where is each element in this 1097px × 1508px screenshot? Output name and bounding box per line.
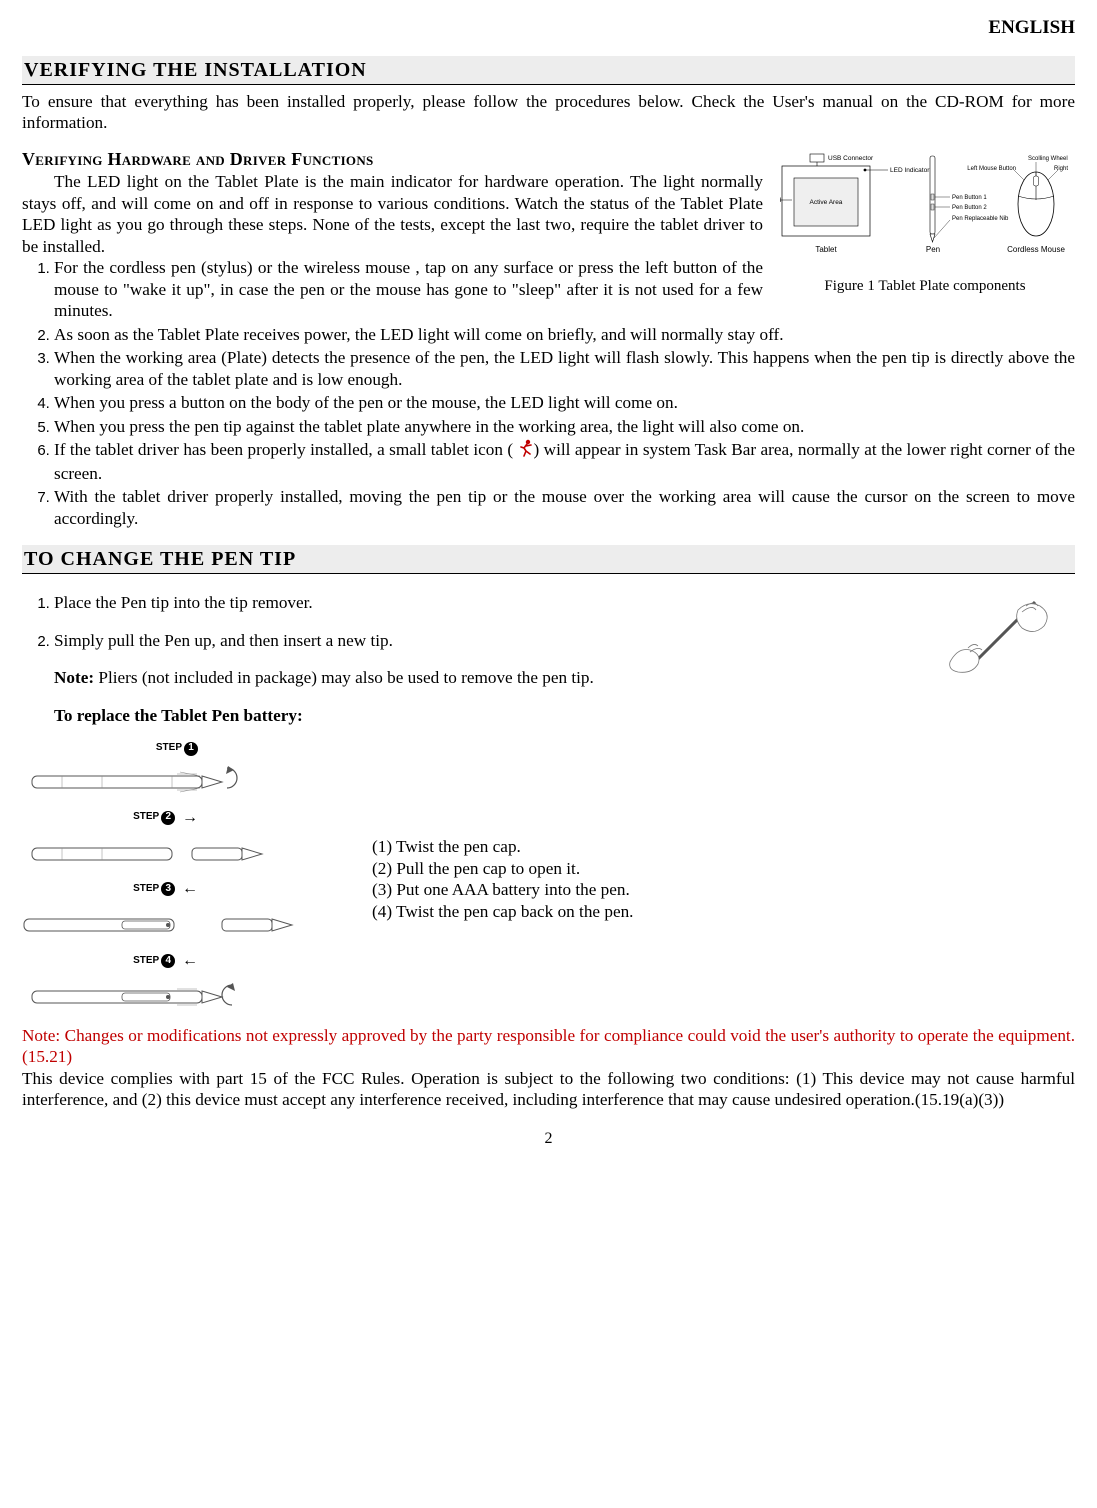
language-header: ENGLISH [22,16,1075,40]
pentip-step-1: Place the Pen tip into the tip remover. [54,592,917,614]
pentip-hands-illustration [940,592,1060,682]
diagram-penbtn1-label: Pen Button 1 [952,195,987,201]
verify-step-7: With the tablet driver properly installe… [54,486,1075,529]
fcc-note-red: Note: Changes or modifications not expre… [22,1025,1075,1068]
verify-step-4: When you press a button on the body of t… [54,392,1075,414]
diagram-led-label: LED Indicator [890,167,930,174]
verify-step-6: If the tablet driver has been properly i… [54,439,1075,484]
battery-steps-illustration: STEP1 STEP2 → STEP3 ← [22,734,322,1024]
battery-step-1: (1) Twist the pen cap. [372,836,633,858]
tablet-components-diagram: Active Area USB Connector LED Indicator … [780,148,1070,270]
diagram-pennib-label: Pen Replaceable Nib [952,216,1009,222]
diagram-active-area-label: Active Area [810,199,843,206]
diagram-pen-label: Pen [926,245,940,254]
running-man-icon [518,439,534,463]
diagram-usb-label: USB Connector [828,155,874,162]
verify-step-1: For the cordless pen (stylus) or the wir… [54,257,763,322]
page-number: 2 [22,1129,1075,1149]
section-title-pentip: TO CHANGE THE PEN TIP [22,545,1075,574]
section-title-verifying: VERIFYING THE INSTALLATION [22,56,1075,85]
diagram-penbtn2-label: Pen Button 2 [952,205,987,211]
diagram-scroll-label: Scolling Wheel [1028,156,1068,162]
diagram-rmb-label: Right Mouse Button [1054,166,1070,172]
pentip-step-2: Simply pull the Pen up, and then insert … [54,630,917,652]
verify-step-5: When you press the pen tip against the t… [54,416,1075,438]
subheading-hardware: Verifying Hardware and Driver Functions [22,148,763,171]
fcc-note-black: This device complies with part 15 of the… [22,1068,1075,1111]
diagram-mouse-label: Cordless Mouse [1007,245,1065,254]
intro-paragraph: To ensure that everything has been insta… [22,91,1075,134]
verify-step-3: When the working area (Plate) detects th… [54,347,1075,390]
hardware-paragraph: The LED light on the Tablet Plate is the… [22,171,763,257]
battery-step-3: (3) Put one AAA battery into the pen. [372,879,633,901]
diagram-hotcell-label: Hot-cell [780,197,782,204]
battery-step-4: (4) Twist the pen cap back on the pen. [372,901,633,923]
diagram-tablet-label: Tablet [815,245,837,254]
diagram-lmb-label: Left Mouse Button [967,166,1016,172]
pentip-note: Note: Pliers (not included in package) m… [22,667,917,689]
figure-1-caption: Figure 1 Tablet Plate components [775,277,1075,296]
verify-step-2: As soon as the Tablet Plate receives pow… [54,324,1075,346]
battery-step-2: (2) Pull the pen cap to open it. [372,858,633,880]
replace-battery-heading: To replace the Tablet Pen battery: [22,705,917,727]
